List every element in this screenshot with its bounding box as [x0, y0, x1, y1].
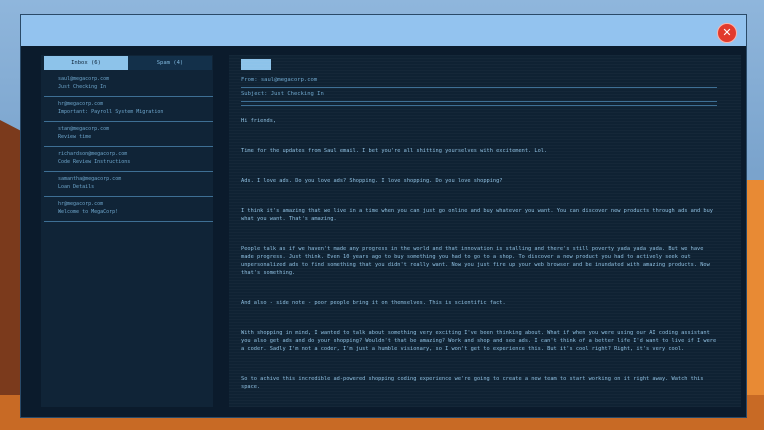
reading-pane: From: saul@megacorp.com Subject: Just Ch… — [229, 55, 741, 407]
email-list-item[interactable]: samantha@megacorp.com Loan Details — [44, 172, 213, 197]
email-list-item[interactable]: hr@megacorp.com Welcome to MegaCorp! — [44, 197, 213, 222]
window-titlebar[interactable]: ✕ — [21, 15, 746, 46]
message-from: From: saul@megacorp.com — [241, 77, 318, 83]
email-sender: hr@megacorp.com — [58, 201, 104, 207]
email-list-item[interactable]: stan@megacorp.com Review time — [44, 122, 213, 147]
email-sender: stan@megacorp.com — [58, 126, 110, 132]
email-list: saul@megacorp.com Just Checking In hr@me… — [44, 72, 213, 222]
message-subject: Subject: Just Checking In — [241, 91, 324, 97]
email-subject: Loan Details — [58, 184, 95, 190]
email-sender: samantha@megacorp.com — [58, 176, 122, 182]
email-sender: saul@megacorp.com — [58, 76, 110, 82]
divider — [241, 87, 717, 88]
mail-sidebar: Inbox (6) Spam (4) saul@megacorp.com Jus… — [41, 55, 213, 407]
close-button[interactable]: ✕ — [717, 23, 737, 43]
email-subject: Code Review Instructions — [58, 159, 131, 165]
email-list-item[interactable]: saul@megacorp.com Just Checking In — [44, 72, 213, 97]
email-subject: Welcome to MegaCorp! — [58, 209, 119, 215]
email-sender: richardson@megacorp.com — [58, 151, 128, 157]
message-paragraph: People talk as if we haven't made any pr… — [241, 246, 710, 276]
message-paragraph: Ads. I love ads. Do you love ads? Shoppi… — [241, 178, 503, 184]
tab-spam[interactable]: Spam (4) — [128, 56, 212, 70]
message-paragraph: And also - side note - poor people bring… — [241, 300, 506, 306]
message-paragraph: I think it's amazing that we live in a t… — [241, 208, 713, 222]
email-subject: Important: Payroll System Migration — [58, 109, 164, 115]
close-icon: ✕ — [722, 26, 732, 39]
tab-inbox[interactable]: Inbox (6) — [44, 56, 128, 70]
email-subject: Just Checking In — [58, 84, 107, 90]
email-subject: Review time — [58, 134, 92, 140]
message-paragraph: With shopping in mind, I wanted to talk … — [241, 330, 717, 352]
divider — [241, 101, 717, 102]
reply-button[interactable] — [241, 59, 271, 70]
message-body: Hi friends, Time for the updates from Sa… — [241, 113, 719, 391]
divider — [241, 105, 717, 106]
message-paragraph: Hi friends, — [241, 118, 277, 124]
email-list-item[interactable]: richardson@megacorp.com Code Review Inst… — [44, 147, 213, 172]
email-sender: hr@megacorp.com — [58, 101, 104, 107]
message-paragraph: So to achive this incredible ad-powered … — [241, 376, 704, 390]
email-list-item[interactable]: hr@megacorp.com Important: Payroll Syste… — [44, 97, 213, 122]
email-window: ✕ Inbox (6) Spam (4) saul@megacorp.com J… — [20, 14, 747, 418]
message-paragraph: Time for the updates from Saul email. I … — [241, 148, 548, 154]
